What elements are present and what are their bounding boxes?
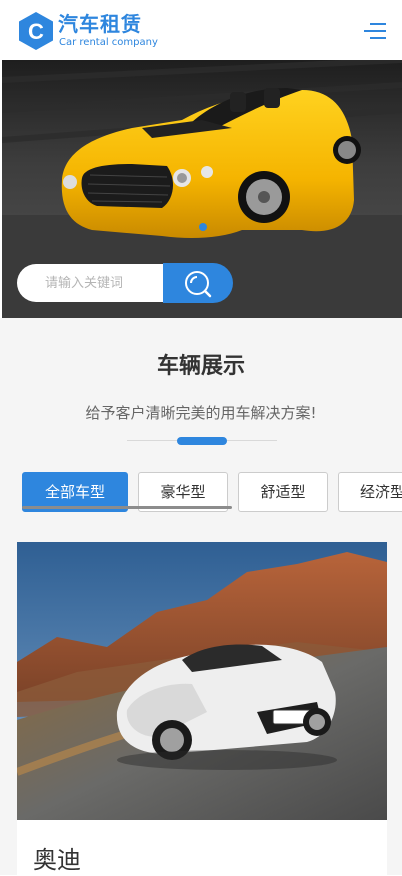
- search-input[interactable]: [17, 264, 167, 302]
- brand-name-en: Car rental company: [59, 37, 158, 48]
- car-card-image: [17, 542, 387, 820]
- search-button[interactable]: [163, 263, 233, 303]
- hamburger-line: [364, 30, 386, 32]
- carousel-dot-active[interactable]: [199, 223, 207, 231]
- car-name: 奥迪: [33, 846, 81, 874]
- hamburger-line: [370, 37, 386, 39]
- tabs-scrollbar[interactable]: [22, 506, 232, 509]
- hamburger-menu-button[interactable]: [362, 21, 386, 41]
- section-title: 车辆展示: [156, 354, 245, 379]
- hamburger-menu-icon: [370, 23, 386, 25]
- tab-comfort[interactable]: 舒适型: [238, 472, 328, 512]
- search-icon: [185, 271, 212, 298]
- logo-letter: C: [28, 19, 44, 44]
- car-card[interactable]: 奥迪: [17, 542, 387, 875]
- company-logo[interactable]: C: [17, 11, 55, 51]
- logo-hexagon-icon: C: [19, 12, 53, 50]
- site-header: C 汽车租赁 Car rental company: [0, 0, 402, 60]
- hero-banner[interactable]: [2, 60, 402, 248]
- audi-car-photo: [17, 542, 387, 820]
- brand-name-cn: 汽车租赁: [58, 12, 142, 36]
- section-subtitle: 给予客户清晰完美的用车解决方案!: [85, 404, 317, 422]
- tab-economy[interactable]: 经济型: [338, 472, 402, 512]
- banner-car-image: [2, 60, 402, 248]
- title-divider-accent: [177, 437, 227, 445]
